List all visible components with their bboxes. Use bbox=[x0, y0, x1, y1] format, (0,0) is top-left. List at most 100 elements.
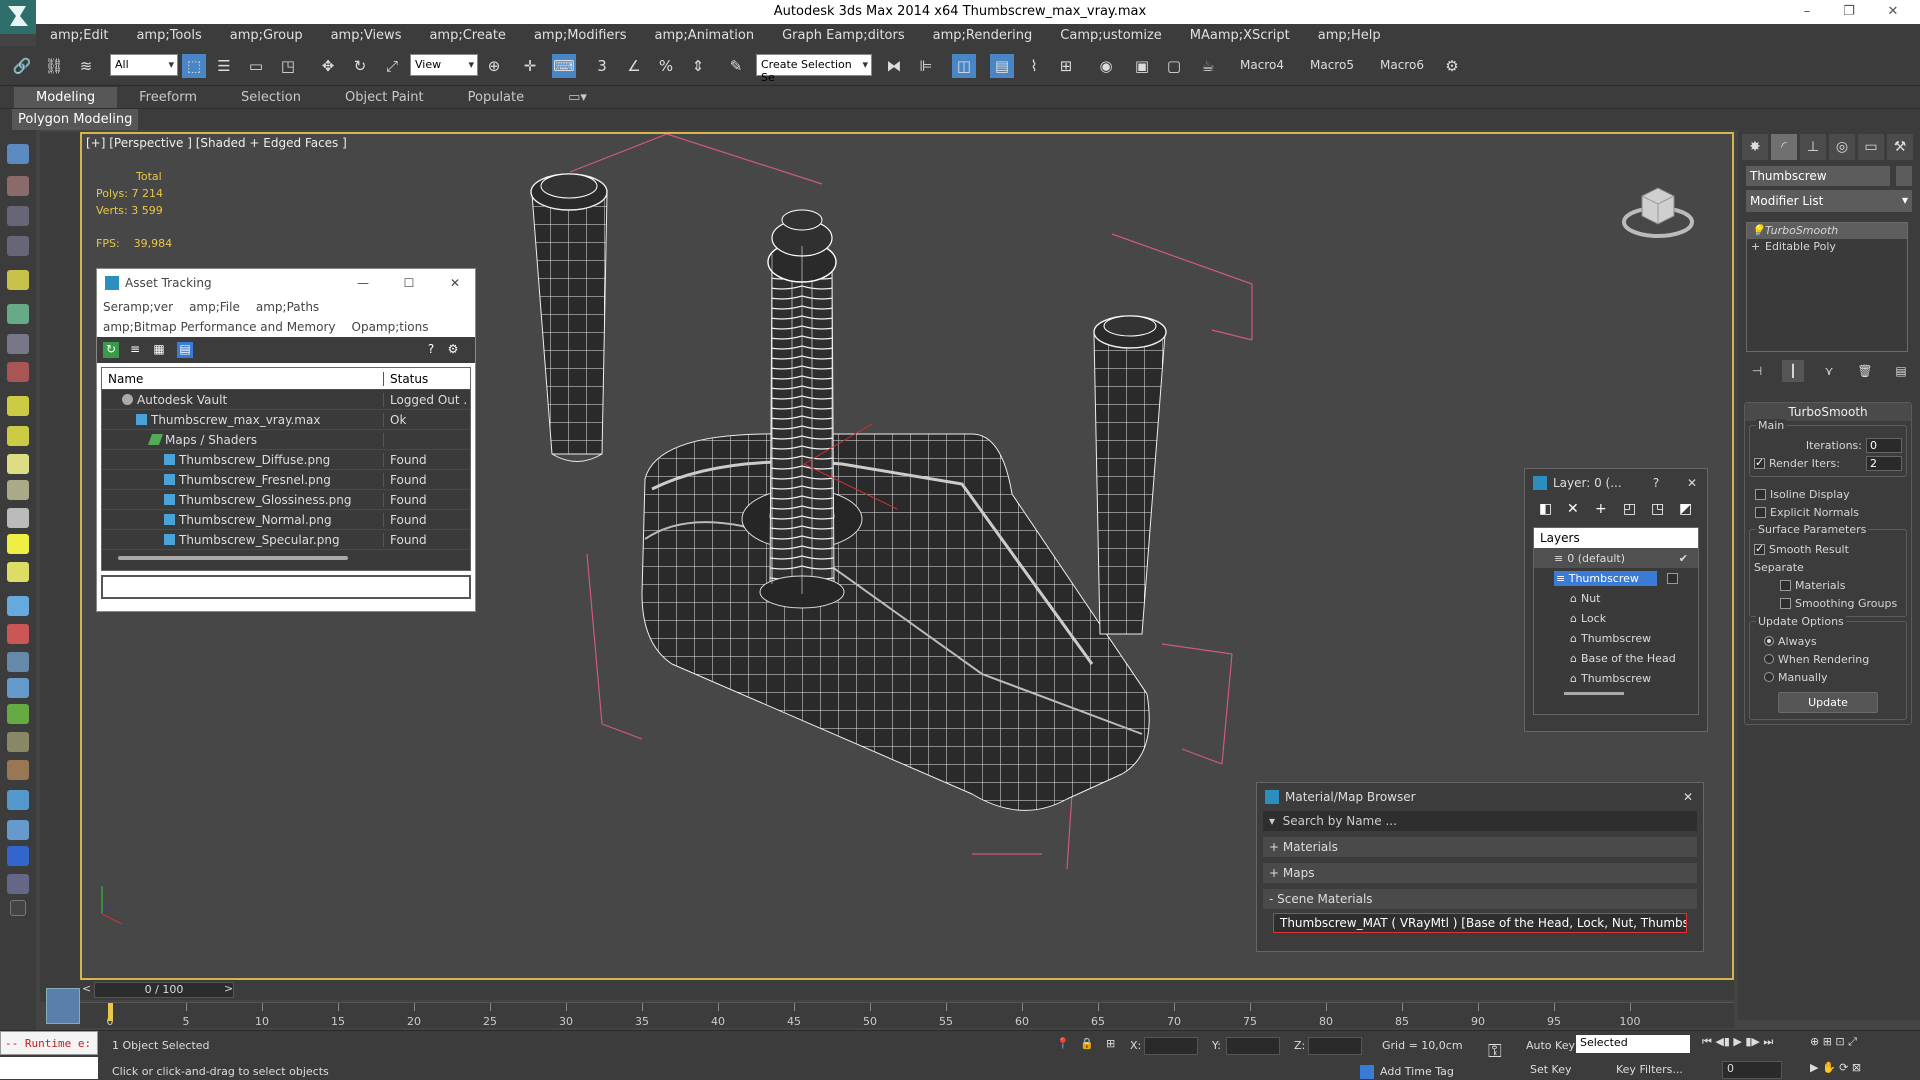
angle-snap-icon[interactable]: ∠ bbox=[622, 54, 646, 78]
absolute-mode-icon[interactable]: ⊞ bbox=[1106, 1037, 1115, 1050]
expand-icon[interactable] bbox=[10, 900, 26, 916]
menu-file[interactable]: amp;File bbox=[189, 300, 240, 314]
menu-group[interactable]: amp;Group bbox=[216, 28, 317, 43]
curve-editor-icon[interactable]: ⌇ bbox=[1022, 54, 1046, 78]
viewport-label[interactable]: [+] [Perspective ] [Shaded + Edged Faces… bbox=[86, 136, 347, 150]
create-layer-icon[interactable]: ◧ bbox=[1539, 501, 1552, 517]
minimize-icon[interactable]: — bbox=[343, 276, 383, 290]
teapot-icon[interactable] bbox=[7, 144, 29, 164]
expand-plus-icon[interactable]: + bbox=[1751, 239, 1760, 255]
separate-materials-checkbox[interactable] bbox=[1780, 579, 1791, 591]
menu-paths[interactable]: amp;Paths bbox=[256, 300, 319, 314]
table-row[interactable]: Thumbscrew_Fresnel.png Found bbox=[102, 470, 470, 490]
macro4-button[interactable]: Macro4 bbox=[1240, 58, 1284, 72]
bulb-icon[interactable]: 💡 bbox=[1751, 223, 1765, 239]
layer-item[interactable]: ⌂ Lock bbox=[1534, 608, 1698, 628]
viewcube[interactable] bbox=[1620, 172, 1696, 242]
app-menu-button[interactable] bbox=[0, 0, 36, 34]
macro5-button[interactable]: Macro5 bbox=[1310, 58, 1354, 72]
layer-item[interactable]: ≡ Thumbscrew bbox=[1534, 568, 1698, 588]
hair-icon[interactable] bbox=[7, 732, 29, 752]
restore-button[interactable]: ❐ bbox=[1832, 0, 1866, 24]
prev-frame-icon[interactable]: < bbox=[82, 982, 91, 995]
layer-titlebar[interactable]: Layer: 0 (... ? ✕ bbox=[1525, 469, 1707, 497]
layer-item[interactable]: ⌂ Nut bbox=[1534, 588, 1698, 608]
particles-icon[interactable] bbox=[7, 596, 29, 616]
hierarchy-tab-icon[interactable]: ⊥ bbox=[1800, 134, 1826, 160]
track-bar[interactable]: 0 5 10 15 20 25 30 35 40 45 50 55 60 65 70 75 80 85 90 95 10… bbox=[80, 1002, 1734, 1028]
mirror-icon[interactable]: ⧓ bbox=[882, 54, 906, 78]
stack-item-editable-poly[interactable]: + Editable Poly bbox=[1747, 239, 1907, 255]
table-row[interactable]: Autodesk Vault Logged Out ... bbox=[102, 390, 470, 410]
horizontal-scrollbar[interactable] bbox=[118, 556, 348, 560]
playback-controls[interactable]: ⏮ ◀▮ ▶ ▮▶ ⏭ bbox=[1702, 1035, 1773, 1049]
asset-tracking-titlebar[interactable]: Asset Tracking — ☐ ✕ bbox=[97, 269, 475, 297]
key-filters-button[interactable]: Key Filters... bbox=[1616, 1063, 1683, 1076]
table-row[interactable]: Thumbscrew_Specular.png Found bbox=[102, 530, 470, 550]
spinner-snap-icon[interactable]: ⇕ bbox=[686, 54, 710, 78]
spacewarp-icon[interactable] bbox=[7, 362, 29, 382]
configure-sets-icon[interactable]: ▤ bbox=[1890, 360, 1912, 382]
manually-radio[interactable] bbox=[1764, 672, 1774, 682]
vault-settings-icon[interactable]: ⚙ bbox=[445, 342, 461, 358]
tab-freeform[interactable]: Freeform bbox=[117, 87, 219, 108]
layer-help-button[interactable]: ? bbox=[1641, 476, 1671, 490]
tab-populate[interactable]: Populate bbox=[446, 87, 547, 108]
camera-icon[interactable] bbox=[7, 304, 29, 324]
dynamics-icon[interactable] bbox=[7, 624, 29, 644]
menu-customize[interactable]: Camp;ustomize bbox=[1046, 28, 1176, 43]
rect-selection-icon[interactable]: ▭ bbox=[244, 54, 268, 78]
maxscript-listener[interactable]: -- Runtime e: bbox=[0, 1031, 98, 1055]
layer-item[interactable]: ⌂ Thumbscrew bbox=[1534, 628, 1698, 648]
menu-edit[interactable]: amp;Edit bbox=[36, 28, 122, 43]
hide-all-icon[interactable]: ◩ bbox=[1679, 501, 1692, 517]
layer-item[interactable]: ≡ 0 (default) ✔ bbox=[1534, 548, 1698, 568]
navigation-controls[interactable]: ⊕ ⊞ ⊡ ⤢ bbox=[1810, 1035, 1857, 1049]
close-window-button[interactable]: ✕ bbox=[1876, 0, 1910, 24]
remove-modifier-icon[interactable]: 🗑 bbox=[1854, 360, 1876, 382]
add-time-tag-button[interactable]: Add Time Tag bbox=[1380, 1065, 1454, 1078]
material-editor-icon[interactable]: ◉ bbox=[1094, 54, 1118, 78]
geosphere-icon[interactable] bbox=[7, 480, 29, 500]
scene-material-item[interactable]: Thumbscrew_MAT ( VRayMtl ) [Base of the … bbox=[1273, 913, 1687, 933]
menu-modifiers[interactable]: amp;Modifiers bbox=[520, 28, 641, 43]
rotate-icon[interactable]: ↻ bbox=[348, 54, 372, 78]
gear-icon[interactable]: ⚙ bbox=[1440, 54, 1464, 78]
script-icon[interactable] bbox=[7, 874, 29, 894]
helper-icon[interactable] bbox=[7, 334, 29, 354]
menu-animation[interactable]: amp;Animation bbox=[641, 28, 769, 43]
select-manipulate-icon[interactable]: ✛ bbox=[518, 54, 542, 78]
menu-options[interactable]: Opamp;tions bbox=[352, 320, 429, 334]
mesh-icon[interactable] bbox=[7, 652, 29, 672]
group-maps[interactable]: + Maps bbox=[1263, 863, 1697, 883]
menu-create[interactable]: amp;Create bbox=[415, 28, 519, 43]
close-icon[interactable]: ✕ bbox=[435, 276, 475, 290]
ribbon-options-icon[interactable]: ▭▾ bbox=[546, 87, 609, 108]
keyboard-shortcut-icon[interactable]: ⌨ bbox=[552, 54, 576, 78]
table-row[interactable]: Maps / Shaders bbox=[102, 430, 470, 450]
stack-item-turbosmooth[interactable]: 💡 TurboSmooth bbox=[1747, 223, 1907, 239]
add-to-layer-icon[interactable]: + bbox=[1595, 501, 1607, 517]
cone-icon[interactable] bbox=[7, 508, 29, 528]
link-icon[interactable]: 🔗 bbox=[10, 54, 34, 78]
create-tab-icon[interactable]: ✸ bbox=[1742, 134, 1768, 160]
help-icon[interactable]: ? bbox=[423, 342, 439, 358]
column-status[interactable]: Status bbox=[384, 372, 468, 386]
current-frame-marker[interactable] bbox=[108, 1003, 113, 1021]
render-icon[interactable]: ☕ bbox=[1196, 54, 1220, 78]
render-setup-icon[interactable]: ▣ bbox=[1130, 54, 1154, 78]
macro6-button[interactable]: Macro6 bbox=[1380, 58, 1424, 72]
bind-spacewarp-icon[interactable]: ≋ bbox=[74, 54, 98, 78]
update-button[interactable]: Update bbox=[1778, 692, 1878, 713]
omni-icon[interactable] bbox=[7, 562, 29, 582]
object-color-swatch[interactable] bbox=[1896, 166, 1912, 186]
torus-icon[interactable] bbox=[7, 454, 29, 474]
list-icon[interactable] bbox=[7, 206, 29, 226]
current-frame-field[interactable]: 0 bbox=[1722, 1061, 1782, 1079]
time-slider[interactable]: 0 / 100 bbox=[94, 982, 234, 998]
reference-coord-dropdown[interactable]: View bbox=[410, 54, 478, 76]
sphere-icon[interactable] bbox=[7, 426, 29, 446]
group-materials[interactable]: + Materials bbox=[1263, 837, 1697, 857]
select-layer-icon[interactable]: ◰ bbox=[1623, 501, 1636, 517]
edit-named-selection-icon[interactable]: ✎ bbox=[724, 54, 748, 78]
